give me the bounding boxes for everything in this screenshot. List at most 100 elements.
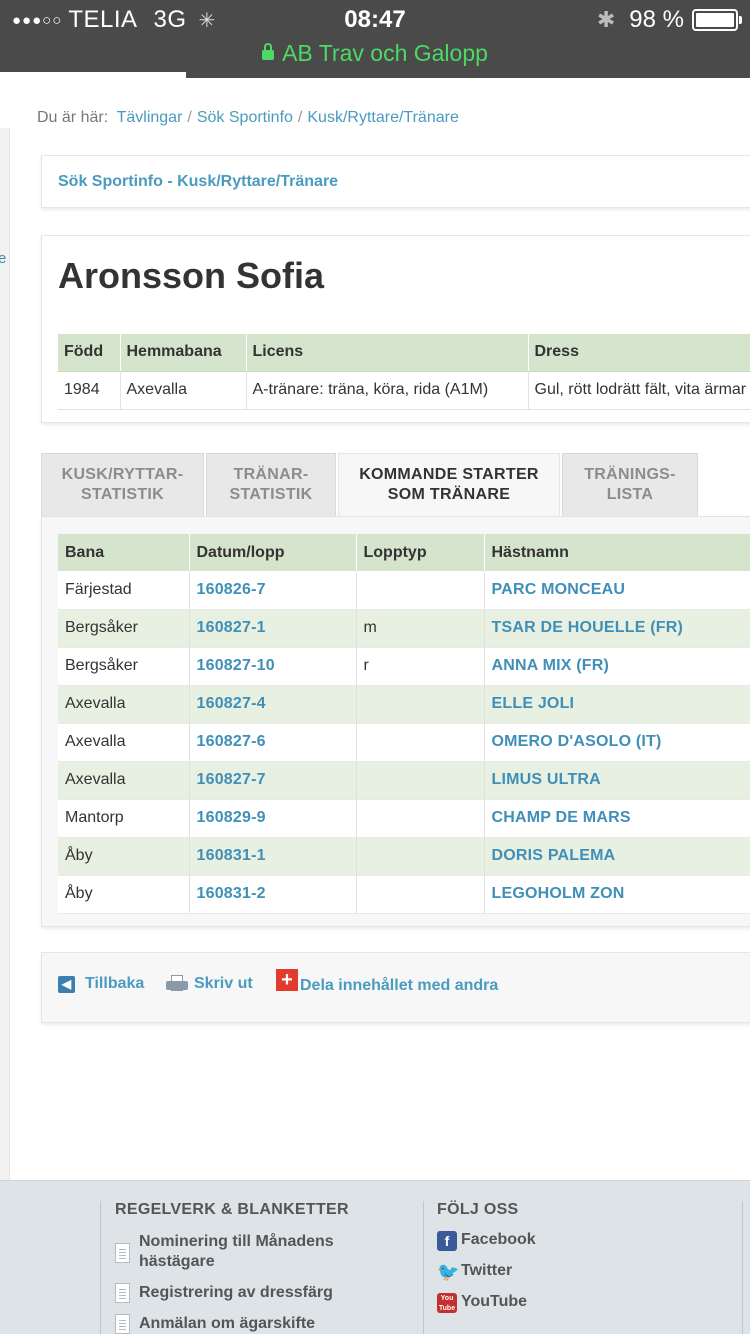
tab-kommande-starter[interactable]: KOMMANDE STARTER SOM TRÄNARE [338,453,560,516]
statistics-tabs: KUSK/RYTTAR- STATISTIK TRÄNAR- STATISTIK K… [41,453,750,516]
value-dress: Gul, rött lodrätt fält, vita ärmar [528,371,750,410]
cell-bana: Färjestad [58,571,190,610]
footer-heading-regelverk: REGELVERK & BLANKETTER [115,1201,349,1218]
ios-status-bar: ●●●○○ TELIA 3G ✳ 08:47 ✱ 98 % AB Trav oc… [0,0,750,78]
value-fodd: 1984 [58,371,121,410]
share-button[interactable]: + Dela innehållet med andra [276,969,499,997]
cell-datum-lopp[interactable]: 160831-2 [189,875,357,914]
print-button[interactable]: Skriv ut [166,975,253,993]
starts-panel: Bana Datum/lopp Lopptyp Hästnamn Färjest… [41,516,750,927]
print-label: Skriv ut [194,975,253,992]
tab-label-line2: STATISTIK [81,486,164,503]
table-row: Åby 160831-2 LEGOHOLM ZON [58,875,750,914]
tab-label-line1: TRÄNINGS- [584,466,676,483]
actions-panel: ◀ Tillbaka Skriv ut + Dela innehållet med … [41,952,750,1023]
footer-link-twitter[interactable]: Twitter [461,1261,512,1281]
person-info-table: Född Hemmabana Licens Dress 1984 Axevall… [58,334,750,410]
search-panel: Sök Sportinfo - Kusk/Ryttare/Tränare [41,155,750,208]
cell-hastnamn[interactable]: ANNA MIX (FR) [484,647,750,686]
cell-datum-lopp[interactable]: 160827-7 [189,761,357,800]
person-panel: Aronsson Sofia Född Hemmabana Licens Dre… [41,235,750,423]
cell-hastnamn[interactable]: TSAR DE HOUELLE (FR) [484,609,750,648]
footer-link-facebook[interactable]: Facebook [461,1230,536,1250]
plus-icon: + [276,969,298,991]
cell-datum-lopp[interactable]: 160827-4 [189,685,357,724]
cell-hastnamn[interactable]: DORIS PALEMA [484,837,750,876]
back-button[interactable]: ◀ Tillbaka [58,975,144,993]
cell-datum-lopp[interactable]: 160827-1 [189,609,357,648]
table-row: Bergsåker 160827-10 r ANNA MIX (FR) [58,647,750,686]
left-sidebar-edge: e [0,128,10,1188]
breadcrumb-sok-sportinfo[interactable]: Sök Sportinfo [197,109,293,126]
table-row: Åby 160831-1 DORIS PALEMA [58,837,750,876]
breadcrumb-kusk-ryttare-tranare[interactable]: Kusk/Ryttare/Tränare [307,109,458,126]
tab-kusk-ryttar-statistik[interactable]: KUSK/RYTTAR- STATISTIK [41,453,204,516]
footer-link-agarskifte[interactable]: Anmälan om ägarskifte [139,1314,315,1334]
cell-hastnamn[interactable]: LIMUS ULTRA [484,761,750,800]
table-row: Mantorp 160829-9 CHAMP DE MARS [58,799,750,838]
table-row: Axevalla 160827-6 OMERO D'ASOLO (IT) [58,723,750,762]
table-row: Axevalla 160827-7 LIMUS ULTRA [58,761,750,800]
tab-label-line1: KOMMANDE STARTER [359,466,539,483]
search-panel-link[interactable]: Sök Sportinfo - Kusk/Ryttare/Tränare [58,173,338,191]
header-dress: Dress [528,334,750,372]
tab-label-line2: LISTA [606,486,654,503]
cell-hastnamn[interactable]: LEGOHOLM ZON [484,875,750,914]
youtube-icon: You Tube [437,1293,457,1313]
cell-hastnamn[interactable]: ELLE JOLI [484,685,750,724]
share-label: Dela innehållet med andra [300,977,499,994]
starts-table-body: Färjestad 160826-7 PARC MONCEAU Bergsåker 16… [58,571,750,914]
header-bana: Bana [58,534,190,571]
header-hastnamn: Hästnamn [484,534,750,571]
document-icon [115,1314,130,1334]
footer-link-nominering[interactable]: Nominering till Månadens hästägare [139,1232,359,1272]
cell-lopptyp [356,799,485,838]
footer-heading-folj-oss: FÖLJ OSS [437,1201,519,1218]
cell-hastnamn[interactable]: CHAMP DE MARS [484,799,750,838]
footer-divider [423,1201,424,1334]
cell-lopptyp [356,761,485,800]
cell-lopptyp [356,837,485,876]
footer-link-dressfarg[interactable]: Registrering av dressfärg [139,1283,333,1303]
cell-datum-lopp[interactable]: 160831-1 [189,837,357,876]
address-bar[interactable]: AB Trav och Galopp [0,40,750,67]
cell-bana: Bergsåker [58,647,190,686]
cell-bana: Mantorp [58,799,190,838]
cell-datum-lopp[interactable]: 160827-6 [189,723,357,762]
footer-link-youtube[interactable]: YouTube [461,1292,527,1312]
cell-datum-lopp[interactable]: 160826-7 [189,571,357,610]
cell-lopptyp [356,723,485,762]
cell-datum-lopp[interactable]: 160829-9 [189,799,357,838]
site-footer: REGELVERK & BLANKETTER Nominering till M… [0,1180,750,1334]
breadcrumb-separator: / [297,109,303,126]
cell-datum-lopp[interactable]: 160827-10 [189,647,357,686]
footer-divider [742,1201,743,1334]
cell-bana: Åby [58,875,190,914]
page-content: e Du är här: Tävlingar / Sök Sportinfo / Kus… [0,78,750,1334]
battery-percent: 98 % [629,6,684,33]
cell-lopptyp [356,571,485,610]
cell-hastnamn[interactable]: PARC MONCEAU [484,571,750,610]
lock-icon [262,43,275,60]
back-arrow-icon: ◀ [58,975,75,993]
cell-lopptyp: m [356,609,485,648]
cell-bana: Axevalla [58,685,190,724]
breadcrumb-prefix: Du är här: [37,109,109,126]
tab-label-line1: KUSK/RYTTAR- [61,466,184,483]
twitter-icon: 🐦 [437,1262,460,1282]
tab-traningslista[interactable]: TRÄNINGS- LISTA [562,453,698,516]
sidebar-link-fragment[interactable]: e [0,250,6,267]
value-licens: A-tränare: träna, köra, rida (A1M) [246,371,529,410]
breadcrumb-tavlingar[interactable]: Tävlingar [117,109,183,126]
tab-tranar-statistik[interactable]: TRÄNAR- STATISTIK [206,453,336,516]
tab-label-line2: STATISTIK [229,486,313,503]
cell-bana: Bergsåker [58,609,190,648]
document-icon [115,1243,130,1263]
cell-bana: Åby [58,837,190,876]
header-fodd: Född [58,334,121,372]
header-licens: Licens [246,334,529,372]
cell-bana: Axevalla [58,723,190,762]
header-hemmabana: Hemmabana [120,334,247,372]
cell-hastnamn[interactable]: OMERO D'ASOLO (IT) [484,723,750,762]
table-row: Bergsåker 160827-1 m TSAR DE HOUELLE (FR) [58,609,750,648]
